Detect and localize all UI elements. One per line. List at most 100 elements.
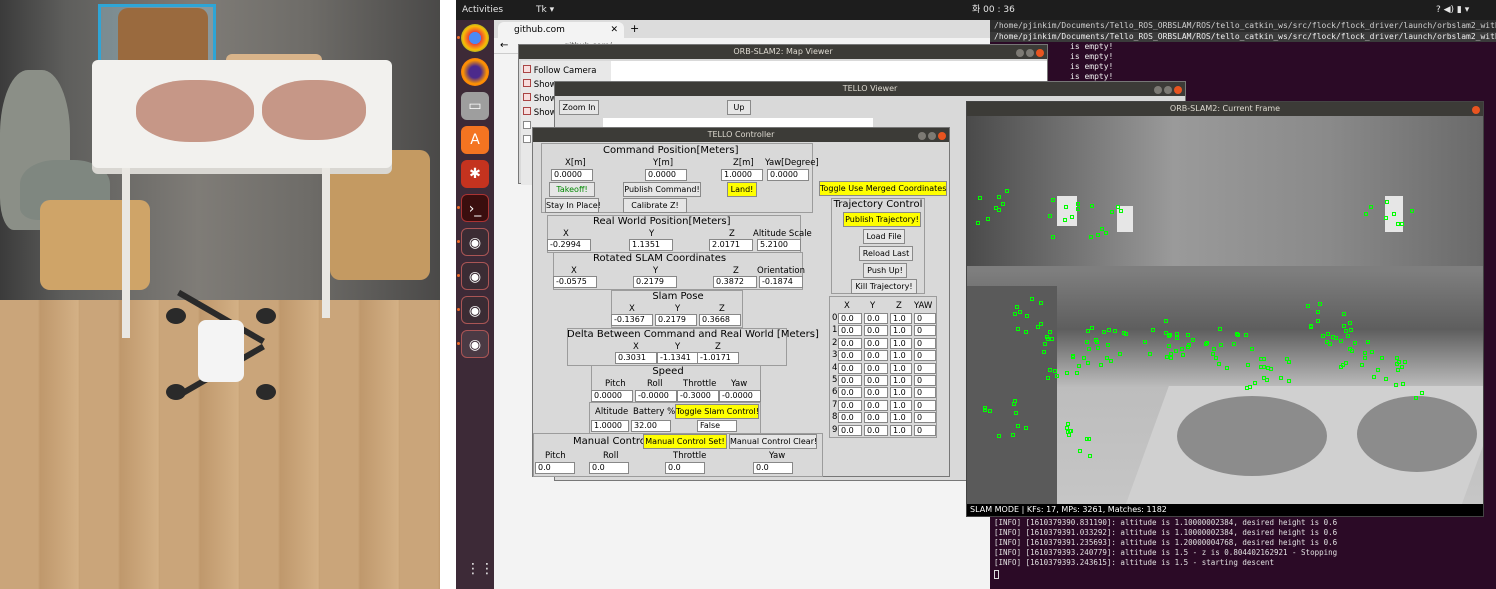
publish-command-button[interactable]: Publish Command! xyxy=(623,182,701,197)
terminal-tab[interactable]: /home/pjinkim/Documents/Tello_ROS_ORBSLA… xyxy=(990,32,1496,42)
maximize-icon[interactable] xyxy=(928,132,936,140)
takeoff-button[interactable]: Takeoff! xyxy=(549,182,595,197)
files-icon[interactable]: ▭ xyxy=(461,92,489,120)
back-icon[interactable]: ← xyxy=(500,40,508,51)
trajectory-cell[interactable]: 1.0 xyxy=(890,387,912,399)
kill-trajectory-button[interactable]: Kill Trajectory! xyxy=(851,279,917,294)
trajectory-cell[interactable]: 0.0 xyxy=(864,325,888,337)
zoom-in-button[interactable]: Zoom In xyxy=(559,100,599,115)
map-option[interactable] xyxy=(523,135,531,146)
altitude-scale-field[interactable]: 5.2100 xyxy=(757,239,801,251)
trajectory-cell[interactable]: 0 xyxy=(914,387,936,399)
chrome-tab[interactable]: github.com ✕ xyxy=(498,22,624,38)
close-icon[interactable] xyxy=(1036,49,1044,57)
trajectory-cell[interactable]: 0.0 xyxy=(864,424,888,436)
trajectory-cell[interactable]: 1.0 xyxy=(890,375,912,386)
clock[interactable]: 화 00 : 36 xyxy=(972,0,1015,20)
trajectory-cell[interactable]: 0 xyxy=(914,362,936,374)
trajectory-cell[interactable]: 0 xyxy=(914,337,936,349)
trajectory-cell[interactable]: 0.0 xyxy=(838,325,862,337)
publish-trajectory-button[interactable]: Publish Trajectory! xyxy=(843,212,921,227)
trajectory-cell[interactable]: 0 xyxy=(914,325,936,337)
command-z-input[interactable]: 1.0000 xyxy=(721,169,763,181)
stay-in-place-button[interactable]: Stay In Place! xyxy=(545,198,601,213)
trajectory-cell[interactable]: 0.0 xyxy=(864,313,888,324)
show-option[interactable]: Show xyxy=(523,107,557,118)
calibrate-z-button[interactable]: Calibrate Z! xyxy=(623,198,687,213)
tk-app-icon[interactable]: ◉ xyxy=(461,262,489,290)
app-menu[interactable]: Tk ▾ xyxy=(536,0,554,20)
maximize-icon[interactable] xyxy=(1026,49,1034,57)
firefox-icon[interactable] xyxy=(461,58,489,86)
manual-throttle-input[interactable]: 0.0 xyxy=(665,462,705,474)
manual-roll-input[interactable]: 0.0 xyxy=(589,462,629,474)
system-tray[interactable]: ? ◀) ▮ ▾ xyxy=(1436,0,1469,20)
manual-control-clear-button[interactable]: Manual Control Clear! xyxy=(729,434,817,449)
trajectory-cell[interactable]: 0.0 xyxy=(864,350,888,362)
command-yaw-input[interactable]: 0.0000 xyxy=(767,169,809,181)
trajectory-cell[interactable]: 0 xyxy=(914,424,936,436)
trajectory-cell[interactable]: 0.0 xyxy=(838,350,862,362)
close-icon[interactable] xyxy=(1174,86,1182,94)
trajectory-cell[interactable]: 0.0 xyxy=(838,424,862,436)
manual-pitch-input[interactable]: 0.0 xyxy=(535,462,575,474)
trajectory-cell[interactable]: 0.0 xyxy=(838,375,862,386)
trajectory-cell[interactable]: 1.0 xyxy=(890,350,912,362)
activities-button[interactable]: Activities xyxy=(462,0,503,20)
trajectory-cell[interactable]: 1.0 xyxy=(890,412,912,424)
up-button[interactable]: Up xyxy=(727,100,751,115)
trajectory-cell[interactable]: 0 xyxy=(914,350,936,362)
trajectory-cell[interactable]: 1.0 xyxy=(890,424,912,436)
tk-app-icon[interactable]: ◉ xyxy=(461,330,489,358)
trajectory-cell[interactable]: 0.0 xyxy=(864,375,888,386)
command-y-input[interactable]: 0.0000 xyxy=(645,169,687,181)
toggle-slam-control-button[interactable]: Toggle Slam Control! xyxy=(675,404,759,419)
manual-control-set-button[interactable]: Manual Control Set! xyxy=(643,434,727,449)
minimize-icon[interactable] xyxy=(918,132,926,140)
trajectory-cell[interactable]: 0.0 xyxy=(864,412,888,424)
trajectory-cell[interactable]: 1.0 xyxy=(890,362,912,374)
manual-yaw-input[interactable]: 0.0 xyxy=(753,462,793,474)
maximize-icon[interactable] xyxy=(1164,86,1172,94)
trajectory-cell[interactable]: 1.0 xyxy=(890,325,912,337)
show-applications-icon[interactable]: ⋮⋮⋮ xyxy=(466,560,508,578)
trajectory-cell[interactable]: 0.0 xyxy=(864,362,888,374)
trajectory-cell[interactable]: 1.0 xyxy=(890,399,912,411)
trajectory-cell[interactable]: 0.0 xyxy=(838,412,862,424)
software-center-icon[interactable]: A xyxy=(461,126,489,154)
trajectory-cell[interactable]: 0.0 xyxy=(864,399,888,411)
tk-app-icon[interactable]: ◉ xyxy=(461,228,489,256)
command-x-input[interactable]: 0.0000 xyxy=(551,169,593,181)
show-option[interactable]: Show xyxy=(523,93,557,104)
trajectory-cell[interactable]: 0 xyxy=(914,375,936,386)
trajectory-cell[interactable]: 0 xyxy=(914,313,936,324)
trajectory-cell[interactable]: 0.0 xyxy=(838,399,862,411)
map-option[interactable] xyxy=(523,121,531,132)
trajectory-cell[interactable]: 0.0 xyxy=(838,313,862,324)
trajectory-cell[interactable]: 0.0 xyxy=(864,387,888,399)
tk-app-icon[interactable]: ◉ xyxy=(461,296,489,324)
trajectory-cell[interactable]: 0.0 xyxy=(838,337,862,349)
follow-camera-option[interactable]: Follow Camera xyxy=(523,65,596,76)
close-icon[interactable] xyxy=(938,132,946,140)
load-file-button[interactable]: Load File xyxy=(863,229,905,244)
land-button[interactable]: Land! xyxy=(727,182,757,197)
chrome-icon[interactable] xyxy=(461,24,489,52)
minimize-icon[interactable] xyxy=(1016,49,1024,57)
trajectory-cell[interactable]: 0 xyxy=(914,399,936,411)
show-option[interactable]: Show xyxy=(523,79,557,90)
settings-icon[interactable]: ✱ xyxy=(461,160,489,188)
toggle-merged-coordinates-button[interactable]: Toggle Use Merged Coordinates xyxy=(819,181,947,196)
terminal-icon[interactable]: ›_ xyxy=(461,194,489,222)
push-up-button[interactable]: Push Up! xyxy=(863,263,907,278)
trajectory-cell[interactable]: 1.0 xyxy=(890,337,912,349)
new-tab-button[interactable]: + xyxy=(630,22,639,35)
trajectory-cell[interactable]: 0 xyxy=(914,412,936,424)
trajectory-cell[interactable]: 0.0 xyxy=(838,362,862,374)
close-icon[interactable] xyxy=(1472,106,1480,114)
trajectory-cell[interactable]: 0.0 xyxy=(864,337,888,349)
trajectory-cell[interactable]: 1.0 xyxy=(890,313,912,324)
reload-last-button[interactable]: Reload Last xyxy=(859,246,913,261)
trajectory-cell[interactable]: 0.0 xyxy=(838,387,862,399)
close-tab-icon[interactable]: ✕ xyxy=(610,22,618,38)
